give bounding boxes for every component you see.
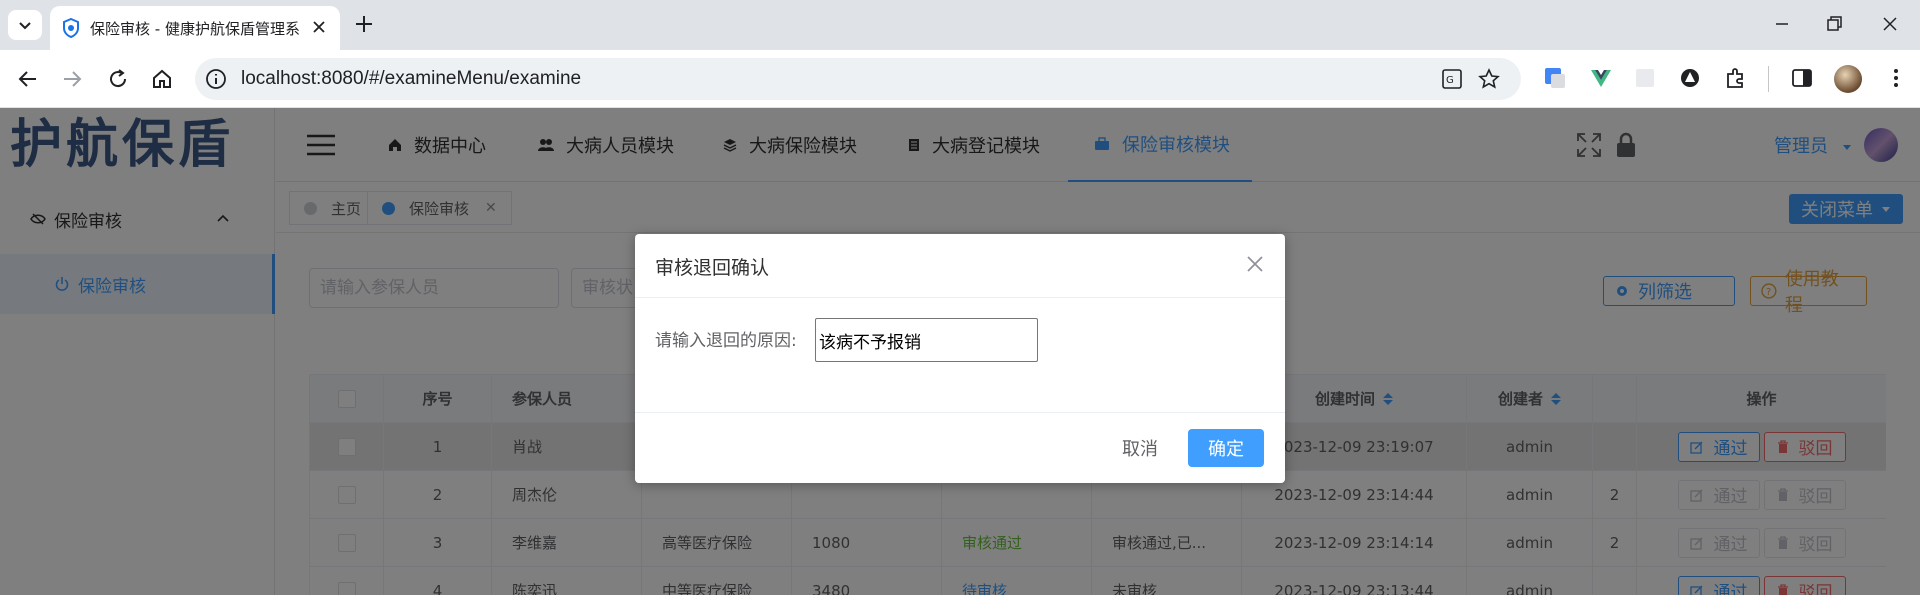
restore-icon[interactable] — [1824, 14, 1844, 34]
forward-arrow-icon[interactable] — [60, 67, 84, 91]
back-arrow-icon[interactable] — [16, 67, 40, 91]
shield-favicon-icon — [63, 18, 79, 38]
return-confirm-dialog: 审核退回确认 请输入退回的原因: 取消 确定 — [635, 234, 1285, 483]
address-bar[interactable]: localhost:8080/#/examineMenu/examine G — [195, 58, 1521, 100]
dialog-header: 审核退回确认 — [635, 234, 1285, 298]
info-icon[interactable] — [205, 68, 227, 90]
dialog-footer: 取消 确定 — [635, 412, 1285, 483]
toolbar-divider — [1768, 66, 1769, 92]
translate-icon[interactable]: G — [1441, 68, 1463, 90]
reload-icon[interactable] — [106, 67, 130, 91]
more-vert-icon[interactable] — [1884, 66, 1908, 90]
extension-circle-icon[interactable] — [1678, 66, 1702, 90]
minimize-icon[interactable] — [1772, 14, 1792, 34]
close-icon[interactable] — [1245, 254, 1265, 274]
close-icon[interactable] — [310, 18, 328, 36]
svg-text:G: G — [1446, 75, 1454, 86]
vue-devtools-icon[interactable] — [1589, 66, 1613, 90]
browser-tab-active[interactable]: 保险审核 - 健康护航保盾管理系 — [50, 6, 340, 50]
tab-search-button[interactable] — [8, 10, 42, 40]
address-url[interactable]: localhost:8080/#/examineMenu/examine — [241, 68, 581, 90]
chevron-down-icon — [19, 22, 31, 30]
puzzle-icon[interactable] — [1724, 66, 1748, 90]
plus-icon[interactable] — [352, 12, 376, 36]
dialog-title: 审核退回确认 — [655, 257, 770, 279]
window-close-icon[interactable] — [1880, 14, 1900, 34]
reason-input[interactable] — [815, 318, 1038, 362]
side-panel-icon[interactable] — [1790, 66, 1814, 90]
cancel-button[interactable]: 取消 — [1105, 429, 1175, 467]
browser-toolbar: localhost:8080/#/examineMenu/examine G — [0, 50, 1920, 108]
profile-avatar[interactable] — [1834, 65, 1862, 93]
home-icon[interactable] — [150, 67, 174, 91]
browser-tab-title: 保险审核 - 健康护航保盾管理系 — [90, 19, 300, 38]
google-translate-ext-icon[interactable] — [1543, 66, 1567, 90]
star-icon[interactable] — [1478, 68, 1500, 90]
reason-label: 请输入退回的原因: — [655, 331, 797, 351]
confirm-button[interactable]: 确定 — [1188, 429, 1264, 467]
extension-blank-icon[interactable] — [1633, 66, 1657, 90]
browser-tabstrip: 保险审核 - 健康护航保盾管理系 — [0, 0, 1920, 50]
